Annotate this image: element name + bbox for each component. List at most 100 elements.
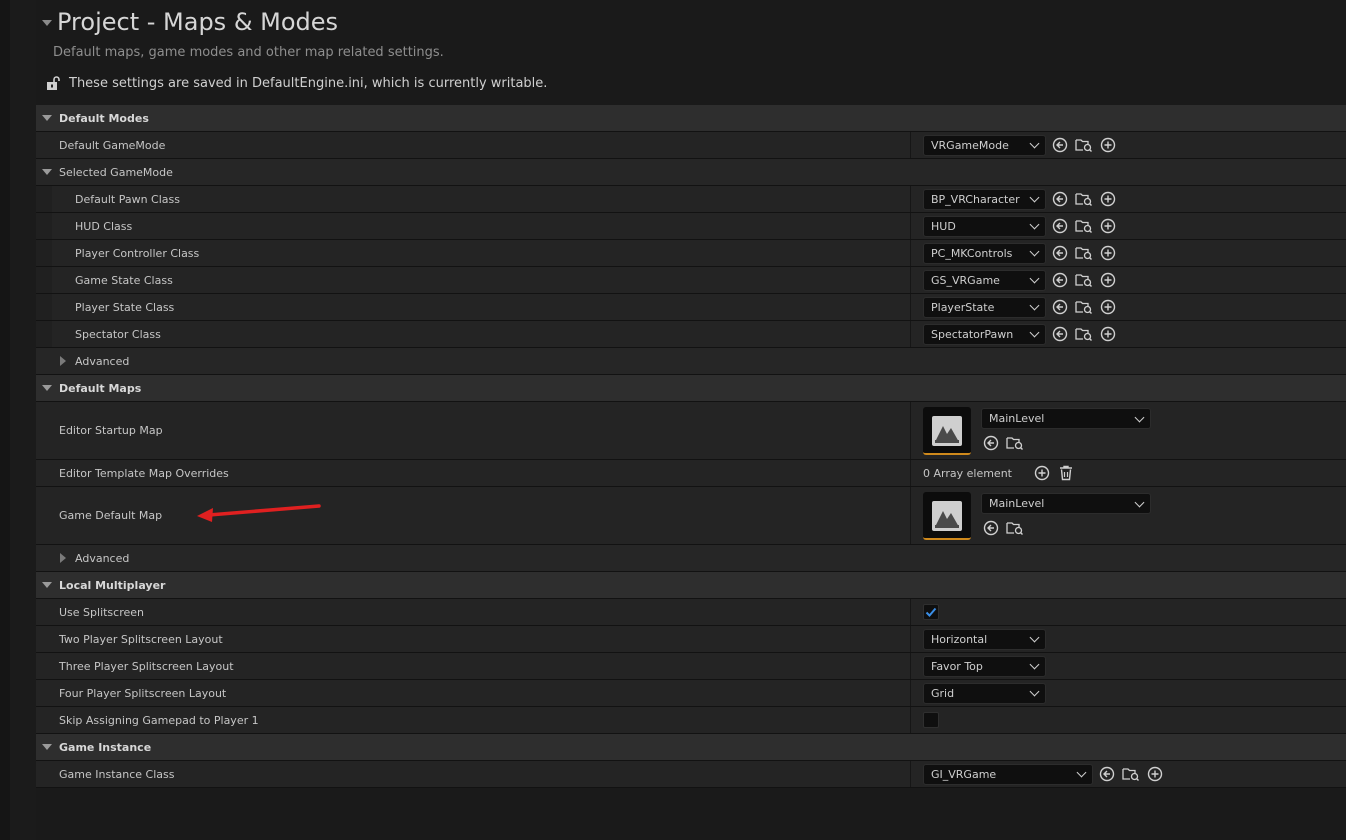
add-icon[interactable] bbox=[1145, 764, 1165, 784]
browse-folder-icon[interactable] bbox=[1005, 518, 1025, 538]
game-instance-class-dropdown[interactable]: GI_VRGame bbox=[923, 763, 1093, 785]
browse-folder-icon[interactable] bbox=[1074, 324, 1094, 344]
category-game-instance[interactable]: Game Instance bbox=[36, 734, 1346, 761]
section-header: Project - Maps & Modes Default maps, gam… bbox=[36, 0, 1346, 105]
row-use-splitscreen: Use Splitscreen bbox=[36, 599, 1346, 626]
row-three-player-layout: Three Player Splitscreen Layout Favor To… bbox=[36, 653, 1346, 680]
add-icon[interactable] bbox=[1098, 297, 1118, 317]
browse-folder-icon[interactable] bbox=[1121, 764, 1141, 784]
use-selected-icon[interactable] bbox=[1050, 270, 1070, 290]
chevron-down-icon bbox=[1029, 327, 1040, 338]
category-selected-gamemode[interactable]: Selected GameMode bbox=[36, 159, 1346, 186]
use-selected-icon[interactable] bbox=[1050, 324, 1070, 344]
add-icon[interactable] bbox=[1098, 135, 1118, 155]
advanced-label: Advanced bbox=[75, 551, 130, 565]
use-selected-icon[interactable] bbox=[1050, 297, 1070, 317]
row-editor-startup-map: Editor Startup Map MainLevel bbox=[36, 402, 1346, 460]
game-default-map-dropdown[interactable]: MainLevel bbox=[981, 493, 1151, 514]
browse-folder-icon[interactable] bbox=[1074, 216, 1094, 236]
player-state-class-dropdown[interactable]: PlayerState bbox=[923, 296, 1046, 318]
chevron-down-icon bbox=[1029, 632, 1040, 643]
use-selected-icon[interactable] bbox=[1050, 135, 1070, 155]
expand-caret-icon[interactable] bbox=[42, 582, 52, 588]
row-skip-gamepad: Skip Assigning Gamepad to Player 1 bbox=[36, 707, 1346, 734]
hud-class-dropdown[interactable]: HUD bbox=[923, 215, 1046, 237]
row-advanced-modes[interactable]: Advanced bbox=[36, 348, 1346, 375]
settings-rows: Default Modes Default GameMode VRGameMod… bbox=[36, 105, 1346, 788]
browse-folder-icon[interactable] bbox=[1074, 270, 1094, 290]
category-label: Default Modes bbox=[59, 111, 149, 125]
chevron-down-icon bbox=[1029, 273, 1040, 284]
category-default-modes[interactable]: Default Modes bbox=[36, 105, 1346, 132]
chevron-down-icon bbox=[1029, 138, 1040, 149]
row-game-state-class: Game State Class GS_VRGame bbox=[36, 267, 1346, 294]
use-selected-icon[interactable] bbox=[981, 433, 1001, 453]
three-player-layout-dropdown[interactable]: Favor Top bbox=[923, 655, 1046, 677]
category-label: Game Instance bbox=[59, 740, 152, 754]
browse-folder-icon[interactable] bbox=[1074, 135, 1094, 155]
add-icon[interactable] bbox=[1098, 189, 1118, 209]
property-label: Player State Class bbox=[75, 300, 175, 314]
browse-folder-icon[interactable] bbox=[1074, 243, 1094, 263]
row-four-player-layout: Four Player Splitscreen Layout Grid bbox=[36, 680, 1346, 707]
row-game-instance-class: Game Instance Class GI_VRGame bbox=[36, 761, 1346, 788]
chevron-down-icon bbox=[1029, 300, 1040, 311]
row-player-state-class: Player State Class PlayerState bbox=[36, 294, 1346, 321]
settings-panel: Project - Maps & Modes Default maps, gam… bbox=[36, 0, 1346, 840]
red-arrow-annotation bbox=[197, 504, 321, 522]
category-local-multiplayer[interactable]: Local Multiplayer bbox=[36, 572, 1346, 599]
use-selected-icon[interactable] bbox=[981, 518, 1001, 538]
category-default-maps[interactable]: Default Maps bbox=[36, 375, 1346, 402]
add-icon[interactable] bbox=[1098, 216, 1118, 236]
row-editor-template-overrides: Editor Template Map Overrides 0 Array el… bbox=[36, 460, 1346, 487]
property-label: Three Player Splitscreen Layout bbox=[59, 659, 234, 673]
expand-caret-icon[interactable] bbox=[60, 356, 66, 366]
row-spectator-class: Spectator Class SpectatorPawn bbox=[36, 321, 1346, 348]
row-player-controller-class: Player Controller Class PC_MKControls bbox=[36, 240, 1346, 267]
use-selected-icon[interactable] bbox=[1050, 243, 1070, 263]
use-selected-icon[interactable] bbox=[1050, 189, 1070, 209]
page-subtitle: Default maps, game modes and other map r… bbox=[53, 45, 444, 60]
browse-folder-icon[interactable] bbox=[1005, 433, 1025, 453]
property-label: HUD Class bbox=[75, 219, 133, 233]
use-splitscreen-checkbox[interactable] bbox=[923, 604, 939, 620]
add-icon[interactable] bbox=[1098, 243, 1118, 263]
property-label: Default GameMode bbox=[59, 138, 166, 152]
trash-icon[interactable] bbox=[1056, 463, 1076, 483]
map-thumbnail[interactable] bbox=[923, 406, 971, 455]
row-two-player-layout: Two Player Splitscreen Layout Horizontal bbox=[36, 626, 1346, 653]
browse-folder-icon[interactable] bbox=[1074, 189, 1094, 209]
add-icon[interactable] bbox=[1098, 270, 1118, 290]
default-gamemode-dropdown[interactable]: VRGameMode bbox=[923, 134, 1046, 156]
chevron-down-icon bbox=[1134, 412, 1145, 422]
two-player-layout-dropdown[interactable]: Horizontal bbox=[923, 628, 1046, 650]
use-selected-icon[interactable] bbox=[1050, 216, 1070, 236]
map-thumbnail[interactable] bbox=[923, 491, 971, 540]
add-element-icon[interactable] bbox=[1032, 463, 1052, 483]
use-selected-icon[interactable] bbox=[1097, 764, 1117, 784]
skip-gamepad-checkbox[interactable] bbox=[923, 712, 939, 728]
expand-caret-icon[interactable] bbox=[42, 169, 52, 175]
property-label: Default Pawn Class bbox=[75, 192, 180, 206]
property-label: Game Default Map bbox=[59, 509, 163, 522]
chevron-down-icon bbox=[1029, 192, 1040, 203]
browse-folder-icon[interactable] bbox=[1074, 297, 1094, 317]
chevron-down-icon bbox=[1029, 219, 1040, 230]
expand-caret-icon[interactable] bbox=[42, 744, 52, 750]
editor-startup-map-dropdown[interactable]: MainLevel bbox=[981, 408, 1151, 429]
four-player-layout-dropdown[interactable]: Grid bbox=[923, 682, 1046, 704]
property-label: Four Player Splitscreen Layout bbox=[59, 686, 227, 700]
pawn-class-dropdown[interactable]: BP_VRCharacter bbox=[923, 188, 1046, 210]
config-notice: These settings are saved in DefaultEngin… bbox=[69, 76, 548, 91]
property-label: Skip Assigning Gamepad to Player 1 bbox=[59, 713, 259, 727]
add-icon[interactable] bbox=[1098, 324, 1118, 344]
controller-class-dropdown[interactable]: PC_MKControls bbox=[923, 242, 1046, 264]
spectator-class-dropdown[interactable]: SpectatorPawn bbox=[923, 323, 1046, 345]
collapse-caret-icon[interactable] bbox=[42, 20, 52, 26]
expand-caret-icon[interactable] bbox=[42, 385, 52, 391]
expand-caret-icon[interactable] bbox=[42, 115, 52, 121]
row-advanced-maps[interactable]: Advanced bbox=[36, 545, 1346, 572]
game-state-class-dropdown[interactable]: GS_VRGame bbox=[923, 269, 1046, 291]
row-hud-class: HUD Class HUD bbox=[36, 213, 1346, 240]
expand-caret-icon[interactable] bbox=[60, 553, 66, 563]
